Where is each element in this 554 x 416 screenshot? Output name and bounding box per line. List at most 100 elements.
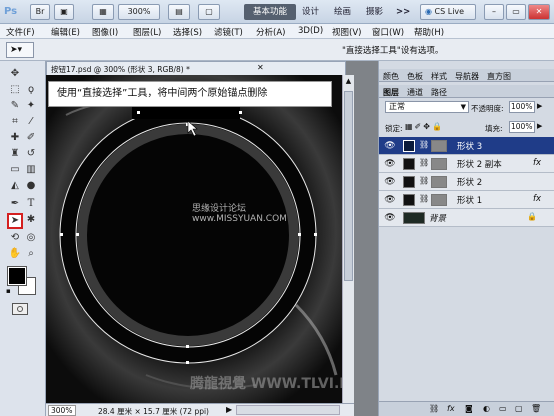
new-group-icon[interactable]: ▭	[499, 402, 507, 416]
menu-analysis[interactable]: 分析(A)	[256, 26, 285, 38]
workspace-active-button[interactable]: 基本功能	[244, 4, 296, 20]
new-layer-icon[interactable]: ▢	[515, 402, 523, 416]
gradient-tool-icon[interactable]: ▥	[24, 163, 38, 177]
3d-rotate-tool-icon[interactable]: ⟲	[8, 231, 22, 245]
quick-mask-icon[interactable]	[12, 303, 28, 315]
fx-icon[interactable]: fx	[533, 194, 541, 204]
status-zoom[interactable]: 300%	[48, 405, 76, 416]
anchor-point[interactable]	[60, 233, 63, 236]
3d-orbit-tool-icon[interactable]: ◎	[24, 231, 38, 245]
eyedropper-tool-icon[interactable]: ⁄	[24, 115, 38, 129]
menu-image[interactable]: 图像(I)	[92, 26, 118, 38]
dodge-tool-icon[interactable]: ●	[24, 179, 38, 193]
layer-row[interactable]: 👁 ⛓ 形状 1 fx	[379, 191, 554, 209]
fill-input[interactable]: 100%	[509, 121, 535, 133]
tab-swatches[interactable]: 色板	[407, 71, 423, 82]
workspace-more-button[interactable]: >>	[396, 4, 410, 20]
menu-layer[interactable]: 图层(L)	[133, 26, 161, 38]
eye-icon[interactable]: 👁	[384, 140, 396, 152]
tab-layers[interactable]: 图层	[383, 87, 399, 98]
menu-file[interactable]: 文件(F)	[6, 26, 35, 38]
vertical-scrollbar[interactable]: ▲	[342, 75, 354, 403]
cslive-button[interactable]: ◉ CS Live	[420, 4, 476, 20]
delete-layer-icon[interactable]: 🗑	[531, 402, 541, 416]
lasso-tool-icon[interactable]: ϙ	[24, 83, 38, 97]
add-style-icon[interactable]: fx	[447, 402, 455, 416]
anchor-point[interactable]	[186, 361, 189, 364]
bridge-button[interactable]: Br	[30, 4, 50, 20]
custom-shape-tool-icon[interactable]: ✱	[24, 213, 38, 227]
workspace-design[interactable]: 设计	[302, 4, 319, 20]
eye-icon[interactable]: 👁	[384, 212, 396, 224]
layer-row[interactable]: 👁 ⛓ 形状 3	[379, 137, 554, 155]
magic-wand-tool-icon[interactable]: ✦	[24, 99, 38, 113]
scroll-thumb[interactable]	[344, 91, 353, 281]
zoom-level-dropdown[interactable]: 300%	[118, 4, 160, 20]
menu-3d[interactable]: 3D(D)	[298, 26, 323, 36]
layer-row[interactable]: 👁 ⛓ 形状 2	[379, 173, 554, 191]
document-tab-close-icon[interactable]: ✕	[257, 63, 264, 72]
menu-view[interactable]: 视图(V)	[332, 26, 361, 38]
pen-tool-icon[interactable]: ✒	[8, 197, 22, 211]
menu-window[interactable]: 窗口(W)	[372, 26, 404, 38]
quick-select-tool-icon[interactable]: ✎	[8, 99, 22, 113]
blend-mode-dropdown[interactable]: 正常 ▼	[385, 101, 469, 113]
anchor-point[interactable]	[298, 233, 301, 236]
anchor-point[interactable]	[137, 111, 140, 114]
workspace-painting[interactable]: 绘画	[334, 4, 351, 20]
screen-mode-button[interactable]: ▢	[198, 4, 220, 20]
menu-select[interactable]: 选择(S)	[173, 26, 202, 38]
zoom-tool-icon[interactable]: ⌕	[24, 247, 38, 261]
tab-navigator[interactable]: 导航器	[455, 71, 479, 82]
scroll-up-arrow[interactable]: ▲	[343, 75, 354, 87]
healing-brush-tool-icon[interactable]: ✚	[8, 131, 22, 145]
add-mask-icon[interactable]: ◙	[465, 402, 473, 416]
document-tab[interactable]: 按钮17.psd @ 300% (形状 3, RGB/8) * ✕	[46, 61, 346, 75]
layer-row[interactable]: 👁 背景 🔒	[379, 209, 554, 227]
horizontal-scrollbar[interactable]	[236, 405, 340, 415]
close-button[interactable]: ✕	[528, 4, 550, 20]
minimize-button[interactable]: –	[484, 4, 504, 20]
brush-tool-icon[interactable]: ✐	[24, 131, 38, 145]
tab-paths[interactable]: 路径	[431, 87, 447, 98]
history-brush-tool-icon[interactable]: ↺	[24, 147, 38, 161]
eye-icon[interactable]: 👁	[384, 176, 396, 188]
anchor-point[interactable]	[314, 233, 317, 236]
crop-tool-icon[interactable]: ⌗	[8, 115, 22, 129]
menu-help[interactable]: 帮助(H)	[414, 26, 444, 38]
tool-preset-picker[interactable]: ➤▾	[6, 42, 34, 58]
eye-icon[interactable]: 👁	[384, 194, 396, 206]
fx-icon[interactable]: fx	[533, 158, 541, 168]
menu-filter[interactable]: 滤镜(T)	[214, 26, 243, 38]
default-colors-icon[interactable]: ▪	[6, 287, 14, 295]
link-layers-icon[interactable]: ⛓	[429, 402, 439, 416]
direct-selection-tool-icon[interactable]: ➤	[7, 213, 23, 229]
canvas[interactable]: 使用“直接选择”工具，将中间两个原始锚点删除 思缘设计论坛 www.MISSYU…	[46, 75, 342, 403]
eraser-tool-icon[interactable]: ▭	[8, 163, 22, 177]
anchor-point[interactable]	[239, 111, 242, 114]
tab-channels[interactable]: 通道	[407, 87, 423, 98]
tab-styles[interactable]: 样式	[431, 71, 447, 82]
foreground-color-swatch[interactable]	[7, 266, 27, 286]
hand-tool-icon[interactable]: ✋	[8, 247, 22, 261]
adjustment-layer-icon[interactable]: ◐	[483, 402, 490, 416]
eye-icon[interactable]: 👁	[384, 158, 396, 170]
blur-tool-icon[interactable]: ◭	[8, 179, 22, 193]
tab-color[interactable]: 颜色	[383, 71, 399, 82]
view-extras-button[interactable]: ▦	[92, 4, 114, 20]
lock-icons[interactable]: ▦✐✥🔒	[405, 122, 444, 131]
menu-edit[interactable]: 编辑(E)	[51, 26, 80, 38]
tab-histogram[interactable]: 直方图	[487, 71, 511, 82]
minibridge-button[interactable]: ▣	[54, 4, 74, 20]
opacity-arrow-icon[interactable]: ▶	[537, 102, 542, 110]
type-tool-icon[interactable]: T	[24, 197, 38, 211]
marquee-tool-icon[interactable]: ⬚	[8, 83, 22, 97]
layer-row[interactable]: 👁 ⛓ 形状 2 副本 fx	[379, 155, 554, 173]
arrange-documents-button[interactable]: ▤	[168, 4, 190, 20]
fill-arrow-icon[interactable]: ▶	[537, 122, 542, 130]
maximize-button[interactable]: ▭	[506, 4, 526, 20]
clone-stamp-tool-icon[interactable]: ♜	[8, 147, 22, 161]
opacity-input[interactable]: 100%	[509, 101, 535, 113]
anchor-point[interactable]	[76, 233, 79, 236]
anchor-point[interactable]	[186, 345, 189, 348]
